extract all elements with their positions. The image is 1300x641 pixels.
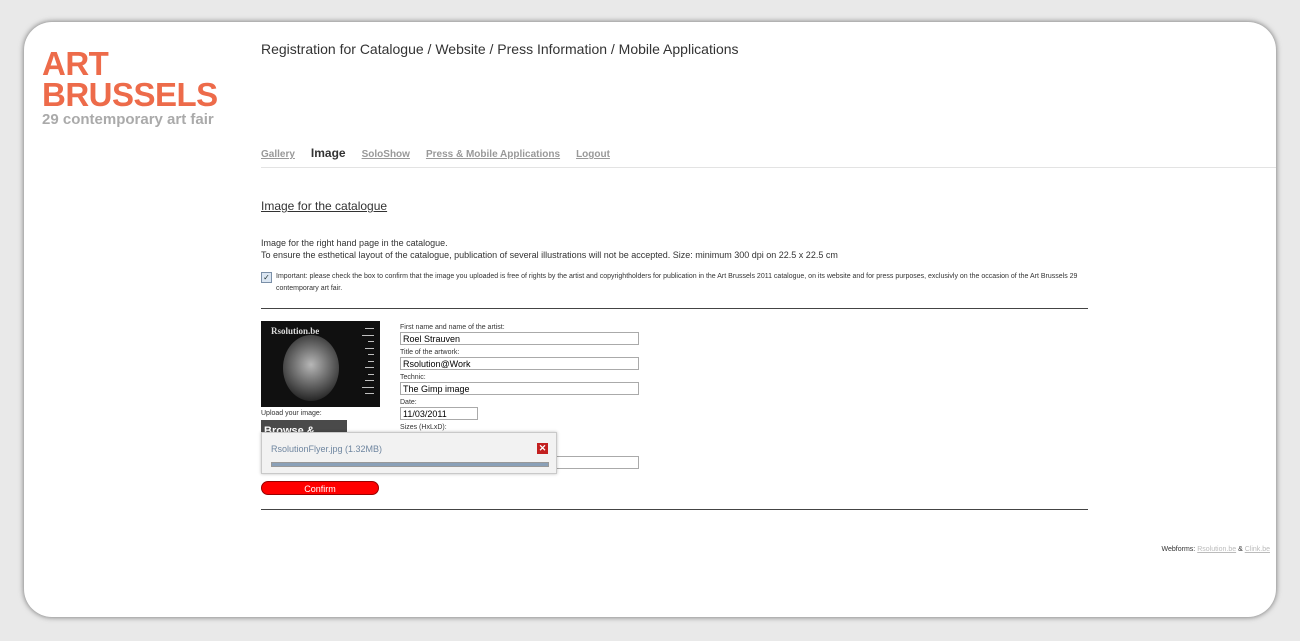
upload-progress-bar xyxy=(271,462,549,467)
thumbnail-text-lines: ▬▬▬ ▬▬▬▬ ▬▬ ▬▬▬ ▬▬ ▬▬ ▬▬▬ ▬▬ ▬▬▬ ▬▬▬▬ ▬▬▬ xyxy=(362,326,374,395)
footer-link-clink[interactable]: Clink.be xyxy=(1245,546,1270,553)
logo-line-art: ART xyxy=(42,45,109,82)
technic-label: Technic: xyxy=(400,374,426,381)
logo-line-brussels: BRUSSELS xyxy=(42,76,218,113)
description-line-2: To ensure the esthetical layout of the c… xyxy=(261,250,838,260)
divider-top xyxy=(261,308,1088,309)
rights-confirmation: ✓ Important: please check the box to con… xyxy=(261,271,1081,295)
confirm-button[interactable]: Confirm xyxy=(261,481,379,495)
page-frame: ART BRUSSELS 29 contemporary art fair Re… xyxy=(24,22,1276,617)
sizes-label: Sizes (HxLxD): xyxy=(400,424,447,431)
date-label: Date: xyxy=(400,399,417,406)
footer-amp: & xyxy=(1238,546,1243,553)
title-input[interactable]: Rsolution@Work xyxy=(400,357,639,370)
upload-label: Upload your image: xyxy=(261,410,322,417)
upload-file-name: RsolutionFlyer.jpg (1.32MB) xyxy=(271,444,383,454)
footer-prefix: Webforms: xyxy=(1161,546,1196,553)
art-brussels-logo[interactable]: ART BRUSSELS 29 contemporary art fair xyxy=(42,45,218,129)
footer-credits: Webforms: Rsolution.be & Clink.be xyxy=(1162,546,1270,553)
nav-logout[interactable]: Logout xyxy=(576,149,610,160)
page-title: Registration for Catalogue / Website / P… xyxy=(261,41,739,57)
upload-progress-popup: RsolutionFlyer.jpg (1.32MB) ✕ xyxy=(261,432,557,474)
section-description: Image for the right hand page in the cat… xyxy=(261,237,838,261)
rights-checkbox[interactable]: ✓ xyxy=(261,272,272,283)
section-heading: Image for the catalogue xyxy=(261,199,388,213)
nav-gallery[interactable]: Gallery xyxy=(261,149,295,160)
uploaded-image-thumbnail: Rsolution.be ▬▬▬ ▬▬▬▬ ▬▬ ▬▬▬ ▬▬ ▬▬ ▬▬▬ ▬▬ ▬▬▬ ▬▬▬… xyxy=(261,321,380,407)
rights-text: Important: please check the box to confi… xyxy=(276,273,1078,292)
nav-image-active[interactable]: Image xyxy=(311,146,346,160)
nav-divider xyxy=(261,167,1276,168)
nav-soloshow[interactable]: SoloShow xyxy=(362,149,410,160)
checkmark-icon: ✓ xyxy=(263,273,270,282)
technic-input[interactable]: The Gimp image xyxy=(400,382,639,395)
thumbnail-figure xyxy=(283,335,339,401)
thumbnail-title: Rsolution.be xyxy=(271,326,320,336)
date-input[interactable]: 11/03/2011 xyxy=(400,407,478,420)
title-label: Title of the artwork: xyxy=(400,349,460,356)
main-nav: Gallery Image SoloShow Press & Mobile Ap… xyxy=(261,146,626,160)
close-icon[interactable]: ✕ xyxy=(537,443,548,454)
artist-input[interactable]: Roel Strauven xyxy=(400,332,639,345)
footer-link-rsolution[interactable]: Rsolution.be xyxy=(1197,546,1236,553)
nav-press-mobile[interactable]: Press & Mobile Applications xyxy=(426,149,560,160)
logo-tagline: 29 contemporary art fair xyxy=(42,111,214,128)
artist-label: First name and name of the artist: xyxy=(400,324,505,331)
description-line-1: Image for the right hand page in the cat… xyxy=(261,238,448,248)
upload-progress-fill xyxy=(272,463,548,466)
divider-bottom xyxy=(261,509,1088,510)
